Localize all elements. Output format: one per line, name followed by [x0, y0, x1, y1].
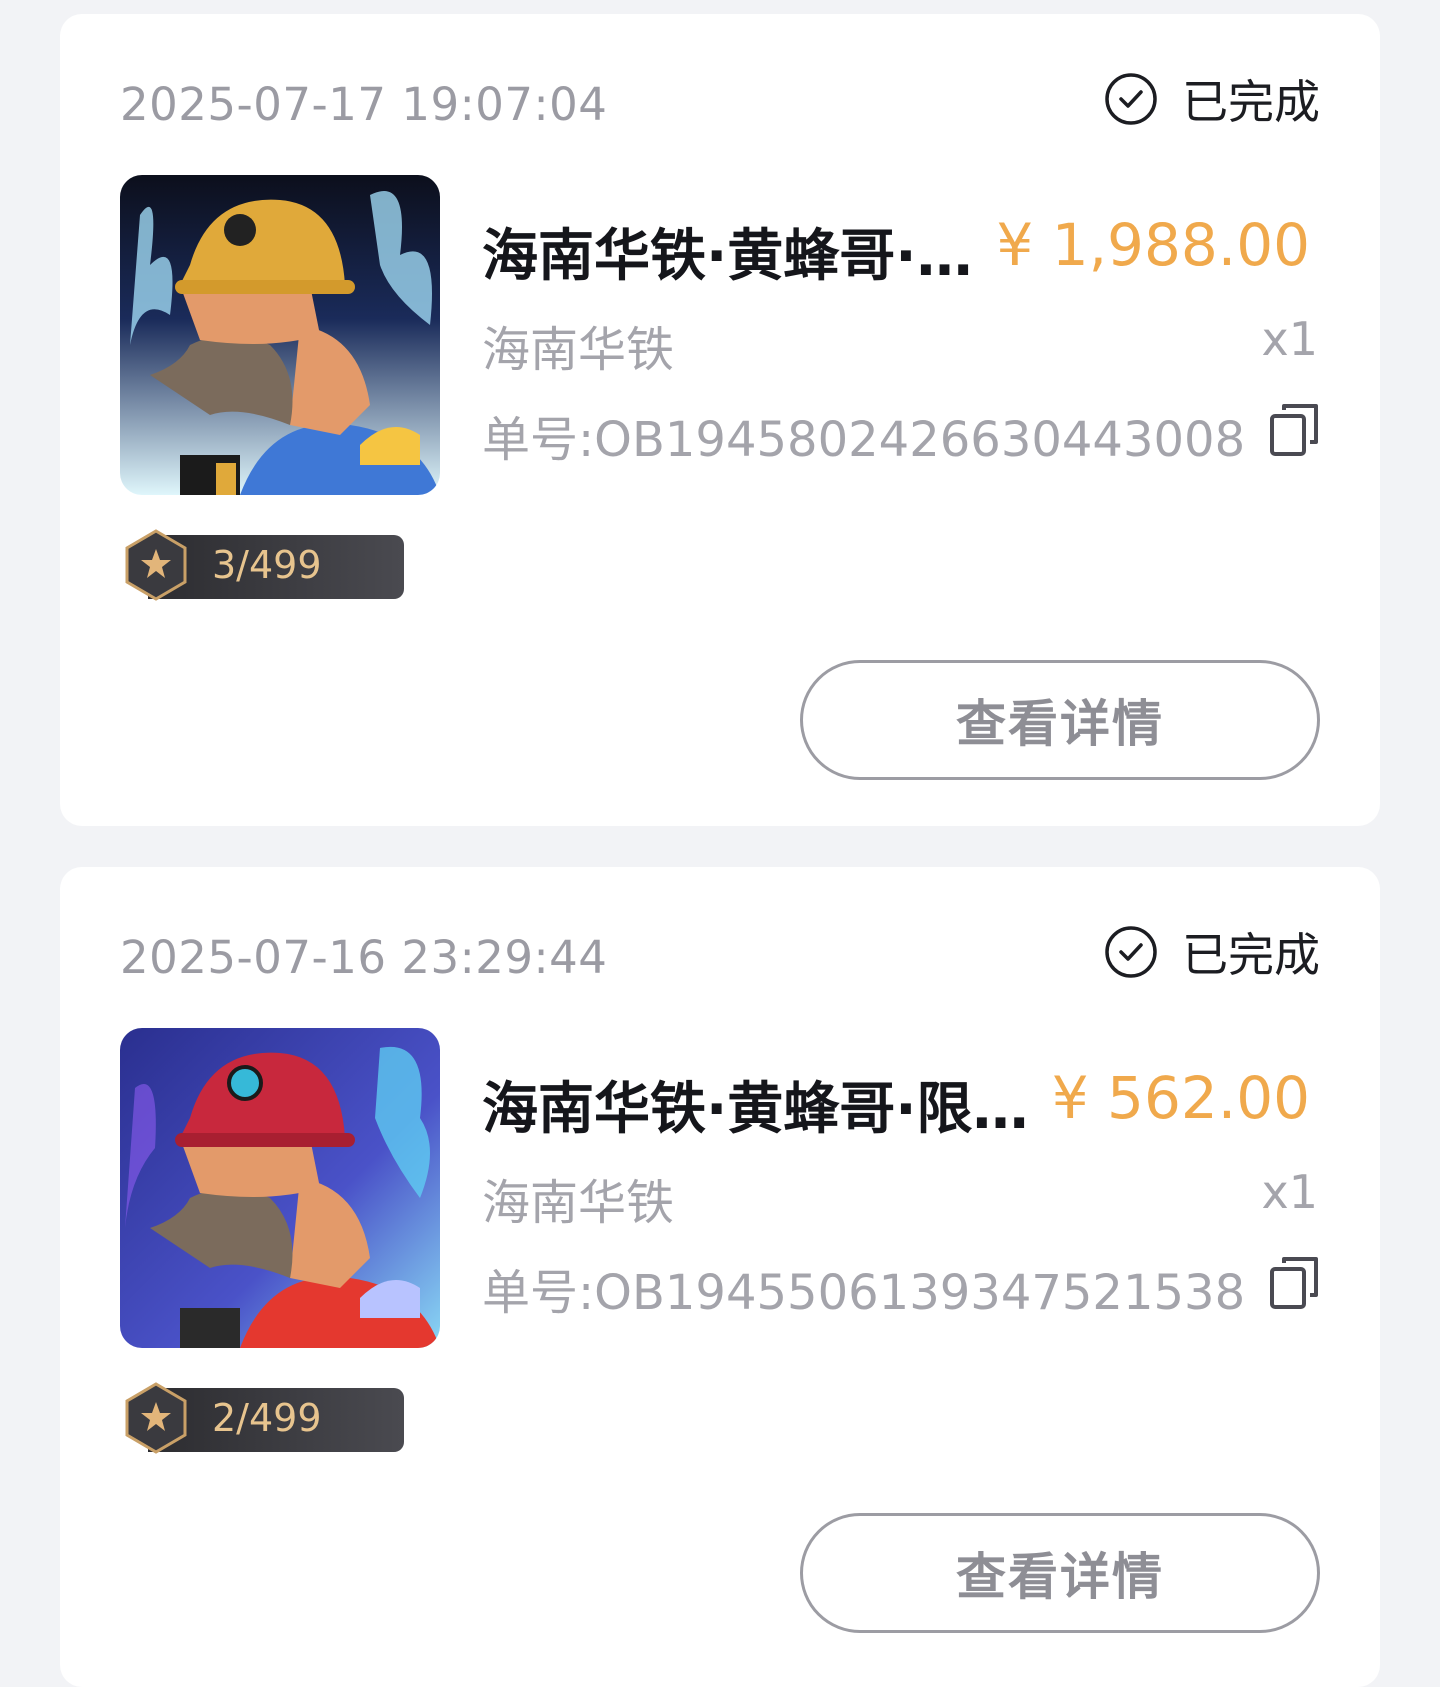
order-number: 单号:OB1945802426630443008: [482, 412, 1246, 468]
order-status: 已完成: [1104, 919, 1320, 985]
brand-name: 海南华铁: [482, 1175, 675, 1231]
order-time: 2025-07-17 19:07:04: [120, 78, 608, 131]
order-time: 2025-07-16 23:29:44: [120, 931, 608, 984]
quantity: x1: [1261, 312, 1319, 366]
order-card[interactable]: 2025-07-17 19:07:04 已完成 海南华铁·黄蜂哥·限 ¥ 1,9…: [60, 14, 1380, 826]
status-text: 已完成: [1182, 928, 1320, 982]
product-image[interactable]: [120, 175, 440, 495]
status-text: 已完成: [1182, 75, 1320, 129]
order-card[interactable]: 2025-07-16 23:29:44 已完成 海南华铁·黄蜂哥·限定 ¥ 56…: [60, 867, 1380, 1687]
copy-icon[interactable]: [1268, 1255, 1320, 1311]
check-circle-icon: [1105, 926, 1157, 978]
quantity: x1: [1261, 1165, 1319, 1219]
product-price: ¥ 1,988.00: [996, 211, 1310, 279]
view-details-button[interactable]: 查看详情: [800, 660, 1320, 780]
edition-number: 3/499: [212, 543, 322, 587]
product-illustration: [120, 1028, 440, 1348]
edition-number: 2/499: [212, 1396, 322, 1440]
copy-icon[interactable]: [1268, 402, 1320, 458]
product-title[interactable]: 海南华铁·黄蜂哥·限定版数字藏品: [482, 1064, 1042, 1145]
edition-badge: 2/499: [124, 1382, 404, 1454]
product-image[interactable]: [120, 1028, 440, 1348]
brand-name: 海南华铁: [482, 322, 675, 378]
view-details-button[interactable]: 查看详情: [800, 1513, 1320, 1633]
order-status: 已完成: [1104, 66, 1320, 132]
check-circle-icon: [1105, 73, 1157, 125]
product-price: ¥ 562.00: [1051, 1064, 1310, 1132]
edition-badge: 3/499: [124, 529, 404, 601]
product-title[interactable]: 海南华铁·黄蜂哥·限定版数字藏品: [482, 211, 1002, 292]
order-number: 单号:OB1945506139347521538: [482, 1265, 1246, 1321]
star-hexagon-icon: [125, 1382, 187, 1454]
product-illustration: [120, 175, 440, 495]
star-hexagon-icon: [125, 529, 187, 601]
